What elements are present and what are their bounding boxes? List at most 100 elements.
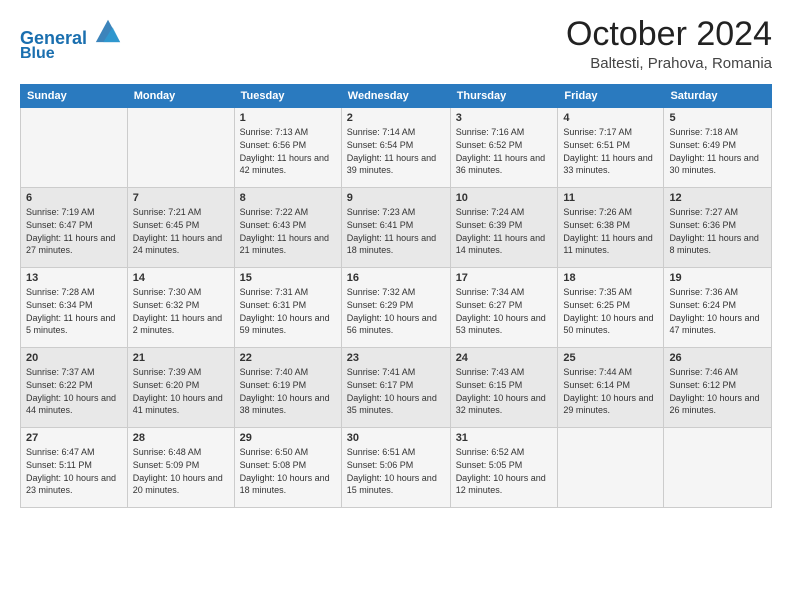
day-header-wednesday: Wednesday bbox=[341, 85, 450, 108]
day-number: 8 bbox=[240, 192, 336, 204]
calendar-cell: 15 Sunrise: 7:31 AM Sunset: 6:31 PM Dayli… bbox=[234, 268, 341, 348]
day-info: Sunrise: 7:36 AM Sunset: 6:24 PM Dayligh… bbox=[669, 286, 766, 336]
calendar-cell: 28 Sunrise: 6:48 AM Sunset: 5:09 PM Dayli… bbox=[127, 428, 234, 508]
month-title: October 2024 bbox=[566, 16, 772, 53]
day-info: Sunrise: 7:35 AM Sunset: 6:25 PM Dayligh… bbox=[563, 286, 658, 336]
day-number: 15 bbox=[240, 272, 336, 284]
day-number: 13 bbox=[26, 272, 122, 284]
day-info: Sunrise: 6:47 AM Sunset: 5:11 PM Dayligh… bbox=[26, 446, 122, 496]
day-info: Sunrise: 7:23 AM Sunset: 6:41 PM Dayligh… bbox=[347, 206, 445, 256]
day-number: 26 bbox=[669, 352, 766, 364]
calendar-cell: 7 Sunrise: 7:21 AM Sunset: 6:45 PM Daylig… bbox=[127, 188, 234, 268]
day-number: 23 bbox=[347, 352, 445, 364]
day-number: 30 bbox=[347, 432, 445, 444]
day-number: 3 bbox=[456, 112, 553, 124]
day-header-monday: Monday bbox=[127, 85, 234, 108]
calendar-cell: 17 Sunrise: 7:34 AM Sunset: 6:27 PM Dayli… bbox=[450, 268, 558, 348]
day-number: 31 bbox=[456, 432, 553, 444]
day-number: 22 bbox=[240, 352, 336, 364]
calendar-cell: 29 Sunrise: 6:50 AM Sunset: 5:08 PM Dayli… bbox=[234, 428, 341, 508]
day-info: Sunrise: 7:31 AM Sunset: 6:31 PM Dayligh… bbox=[240, 286, 336, 336]
day-header-tuesday: Tuesday bbox=[234, 85, 341, 108]
day-number: 18 bbox=[563, 272, 658, 284]
calendar-cell: 18 Sunrise: 7:35 AM Sunset: 6:25 PM Dayli… bbox=[558, 268, 664, 348]
calendar-week-2: 6 Sunrise: 7:19 AM Sunset: 6:47 PM Daylig… bbox=[21, 188, 772, 268]
day-info: Sunrise: 7:17 AM Sunset: 6:51 PM Dayligh… bbox=[563, 126, 658, 176]
calendar-cell bbox=[558, 428, 664, 508]
day-number: 12 bbox=[669, 192, 766, 204]
day-info: Sunrise: 6:52 AM Sunset: 5:05 PM Dayligh… bbox=[456, 446, 553, 496]
day-info: Sunrise: 7:27 AM Sunset: 6:36 PM Dayligh… bbox=[669, 206, 766, 256]
day-number: 21 bbox=[133, 352, 229, 364]
day-info: Sunrise: 7:28 AM Sunset: 6:34 PM Dayligh… bbox=[26, 286, 122, 336]
calendar-cell: 14 Sunrise: 7:30 AM Sunset: 6:32 PM Dayli… bbox=[127, 268, 234, 348]
calendar-cell: 4 Sunrise: 7:17 AM Sunset: 6:51 PM Daylig… bbox=[558, 108, 664, 188]
calendar-cell: 12 Sunrise: 7:27 AM Sunset: 6:36 PM Dayli… bbox=[664, 188, 772, 268]
day-number: 9 bbox=[347, 192, 445, 204]
day-info: Sunrise: 7:22 AM Sunset: 6:43 PM Dayligh… bbox=[240, 206, 336, 256]
day-info: Sunrise: 7:37 AM Sunset: 6:22 PM Dayligh… bbox=[26, 366, 122, 416]
page: General Blue October 2024 Baltesti, Prah… bbox=[0, 0, 792, 612]
day-info: Sunrise: 7:13 AM Sunset: 6:56 PM Dayligh… bbox=[240, 126, 336, 176]
calendar-cell: 1Sunrise: 7:13 AM Sunset: 6:56 PM Daylig… bbox=[234, 108, 341, 188]
calendar-cell bbox=[127, 108, 234, 188]
calendar-cell: 30 Sunrise: 6:51 AM Sunset: 5:06 PM Dayli… bbox=[341, 428, 450, 508]
calendar-cell: 19Sunrise: 7:36 AM Sunset: 6:24 PM Dayli… bbox=[664, 268, 772, 348]
calendar-week-1: 1Sunrise: 7:13 AM Sunset: 6:56 PM Daylig… bbox=[21, 108, 772, 188]
calendar-cell bbox=[664, 428, 772, 508]
day-info: Sunrise: 7:34 AM Sunset: 6:27 PM Dayligh… bbox=[456, 286, 553, 336]
calendar-cell: 2 Sunrise: 7:14 AM Sunset: 6:54 PM Daylig… bbox=[341, 108, 450, 188]
calendar-cell: 20 Sunrise: 7:37 AM Sunset: 6:22 PM Dayli… bbox=[21, 348, 128, 428]
calendar-cell: 26Sunrise: 7:46 AM Sunset: 6:12 PM Dayli… bbox=[664, 348, 772, 428]
day-info: Sunrise: 7:39 AM Sunset: 6:20 PM Dayligh… bbox=[133, 366, 229, 416]
day-header-friday: Friday bbox=[558, 85, 664, 108]
calendar-cell: 16 Sunrise: 7:32 AM Sunset: 6:29 PM Dayli… bbox=[341, 268, 450, 348]
day-info: Sunrise: 7:32 AM Sunset: 6:29 PM Dayligh… bbox=[347, 286, 445, 336]
calendar-cell: 31 Sunrise: 6:52 AM Sunset: 5:05 PM Dayli… bbox=[450, 428, 558, 508]
day-number: 20 bbox=[26, 352, 122, 364]
logo: General Blue bbox=[20, 16, 122, 62]
day-number: 4 bbox=[563, 112, 658, 124]
day-number: 14 bbox=[133, 272, 229, 284]
day-number: 24 bbox=[456, 352, 553, 364]
day-info: Sunrise: 7:30 AM Sunset: 6:32 PM Dayligh… bbox=[133, 286, 229, 336]
location-subtitle: Baltesti, Prahova, Romania bbox=[566, 55, 772, 72]
day-number: 2 bbox=[347, 112, 445, 124]
day-number: 5 bbox=[669, 112, 766, 124]
day-number: 17 bbox=[456, 272, 553, 284]
day-number: 16 bbox=[347, 272, 445, 284]
day-number: 7 bbox=[133, 192, 229, 204]
calendar-cell: 21 Sunrise: 7:39 AM Sunset: 6:20 PM Dayli… bbox=[127, 348, 234, 428]
header: General Blue October 2024 Baltesti, Prah… bbox=[20, 16, 772, 72]
day-number: 29 bbox=[240, 432, 336, 444]
day-info: Sunrise: 7:41 AM Sunset: 6:17 PM Dayligh… bbox=[347, 366, 445, 416]
day-info: Sunrise: 7:19 AM Sunset: 6:47 PM Dayligh… bbox=[26, 206, 122, 256]
calendar-cell: 25Sunrise: 7:44 AM Sunset: 6:14 PM Dayli… bbox=[558, 348, 664, 428]
calendar-cell: 24 Sunrise: 7:43 AM Sunset: 6:15 PM Dayli… bbox=[450, 348, 558, 428]
title-block: October 2024 Baltesti, Prahova, Romania bbox=[566, 16, 772, 72]
calendar-cell: 3 Sunrise: 7:16 AM Sunset: 6:52 PM Daylig… bbox=[450, 108, 558, 188]
day-info: Sunrise: 6:50 AM Sunset: 5:08 PM Dayligh… bbox=[240, 446, 336, 496]
day-info: Sunrise: 6:48 AM Sunset: 5:09 PM Dayligh… bbox=[133, 446, 229, 496]
day-number: 10 bbox=[456, 192, 553, 204]
day-info: Sunrise: 6:51 AM Sunset: 5:06 PM Dayligh… bbox=[347, 446, 445, 496]
day-number: 6 bbox=[26, 192, 122, 204]
day-info: Sunrise: 7:44 AM Sunset: 6:14 PM Dayligh… bbox=[563, 366, 658, 416]
day-info: Sunrise: 7:40 AM Sunset: 6:19 PM Dayligh… bbox=[240, 366, 336, 416]
calendar-week-5: 27Sunrise: 6:47 AM Sunset: 5:11 PM Dayli… bbox=[21, 428, 772, 508]
day-info: Sunrise: 7:21 AM Sunset: 6:45 PM Dayligh… bbox=[133, 206, 229, 256]
day-info: Sunrise: 7:43 AM Sunset: 6:15 PM Dayligh… bbox=[456, 366, 553, 416]
calendar-cell: 11Sunrise: 7:26 AM Sunset: 6:38 PM Dayli… bbox=[558, 188, 664, 268]
day-number: 28 bbox=[133, 432, 229, 444]
calendar-cell: 27Sunrise: 6:47 AM Sunset: 5:11 PM Dayli… bbox=[21, 428, 128, 508]
calendar-cell: 10 Sunrise: 7:24 AM Sunset: 6:39 PM Dayli… bbox=[450, 188, 558, 268]
calendar-week-3: 13 Sunrise: 7:28 AM Sunset: 6:34 PM Dayli… bbox=[21, 268, 772, 348]
calendar-header-row: SundayMondayTuesdayWednesdayThursdayFrid… bbox=[21, 85, 772, 108]
calendar-cell: 8 Sunrise: 7:22 AM Sunset: 6:43 PM Daylig… bbox=[234, 188, 341, 268]
calendar-cell: 22 Sunrise: 7:40 AM Sunset: 6:19 PM Dayli… bbox=[234, 348, 341, 428]
day-info: Sunrise: 7:26 AM Sunset: 6:38 PM Dayligh… bbox=[563, 206, 658, 256]
day-info: Sunrise: 7:16 AM Sunset: 6:52 PM Dayligh… bbox=[456, 126, 553, 176]
day-info: Sunrise: 7:24 AM Sunset: 6:39 PM Dayligh… bbox=[456, 206, 553, 256]
day-header-saturday: Saturday bbox=[664, 85, 772, 108]
day-info: Sunrise: 7:14 AM Sunset: 6:54 PM Dayligh… bbox=[347, 126, 445, 176]
